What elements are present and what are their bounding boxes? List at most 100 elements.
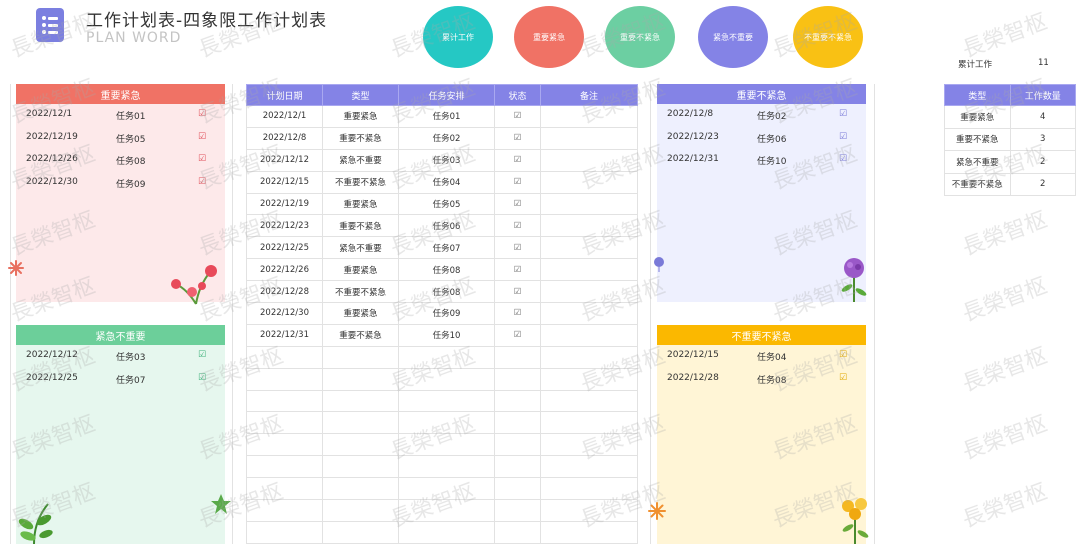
- nav-circle-important-urgent[interactable]: 重要紧急: [514, 6, 584, 68]
- cell-status[interactable]: [494, 389, 541, 413]
- cell-status[interactable]: ☑: [494, 148, 541, 172]
- checkbox-icon[interactable]: ☑: [839, 109, 847, 119]
- nav-circle-important-not-urgent[interactable]: 重要不紧急: [605, 6, 675, 68]
- watermark: 長榮智枢: [959, 343, 1051, 398]
- column-header-type: 类型: [944, 84, 1011, 106]
- cell-note[interactable]: [540, 192, 638, 216]
- cell-status[interactable]: ☑: [494, 258, 541, 282]
- cell-status[interactable]: ☑: [494, 105, 541, 128]
- cell-note[interactable]: [540, 411, 638, 435]
- table-row[interactable]: 2022/12/26 重要紧急 任务08 ☑: [246, 258, 638, 282]
- table-row[interactable]: 2022/12/28 不重要不紧急 任务08 ☑: [246, 280, 638, 304]
- table-row[interactable]: 2022/12/31 重要不紧急 任务10 ☑: [246, 323, 638, 347]
- cell-note[interactable]: [540, 345, 638, 369]
- cell-note[interactable]: [540, 236, 638, 260]
- cell-note[interactable]: [540, 323, 638, 347]
- table-row[interactable]: 2022/12/23 重要不紧急 任务06 ☑: [246, 214, 638, 238]
- cell-note[interactable]: [540, 105, 638, 128]
- checkbox-icon[interactable]: ☑: [839, 132, 847, 142]
- cell-status[interactable]: ☑: [494, 192, 541, 216]
- cell-type: 重要紧急: [322, 258, 399, 282]
- quadrant-title: 重要紧急: [16, 84, 225, 104]
- cell-note[interactable]: [540, 455, 638, 479]
- list-item[interactable]: 2022/12/8 任务02 ☑: [657, 104, 866, 127]
- list-item[interactable]: 2022/12/31 任务10 ☑: [657, 149, 866, 172]
- cell-note[interactable]: [540, 126, 638, 150]
- list-item[interactable]: 2022/12/19 任务05 ☑: [16, 127, 225, 150]
- table-row: [246, 499, 638, 522]
- cell-date: 2022/12/23: [246, 214, 323, 238]
- list-item[interactable]: 2022/12/26 任务08 ☑: [16, 149, 225, 172]
- table-row[interactable]: 2022/12/8 重要不紧急 任务02 ☑: [246, 126, 638, 150]
- cell-note[interactable]: [540, 302, 638, 325]
- checkbox-icon[interactable]: ☑: [839, 350, 847, 360]
- checkbox-icon[interactable]: ☑: [198, 109, 206, 119]
- checkbox-icon[interactable]: ☑: [198, 177, 206, 187]
- item-date: 2022/12/19: [26, 131, 78, 142]
- table-row: 重要紧急 4: [944, 105, 1076, 129]
- cell-note[interactable]: [540, 433, 638, 457]
- cell-status[interactable]: [494, 477, 541, 501]
- cell-date: [246, 520, 323, 544]
- cell-status[interactable]: [494, 411, 541, 435]
- stat-type: 紧急不重要: [944, 150, 1011, 174]
- cell-note[interactable]: [540, 280, 638, 304]
- nav-circle-neither[interactable]: 不重要不紧急: [793, 6, 863, 68]
- item-date: 2022/12/23: [667, 131, 719, 142]
- item-date: 2022/12/26: [26, 154, 78, 164]
- cell-type: 不重要不紧急: [322, 170, 399, 194]
- cell-status[interactable]: [494, 499, 541, 522]
- checkbox-icon[interactable]: ☑: [198, 350, 206, 360]
- cell-status[interactable]: ☑: [494, 236, 541, 260]
- checkbox-icon[interactable]: ☑: [839, 373, 847, 383]
- checkbox-icon[interactable]: ☑: [839, 154, 847, 164]
- table-row: 紧急不重要 2: [944, 150, 1076, 174]
- table-row[interactable]: 2022/12/25 紧急不重要 任务07 ☑: [246, 236, 638, 260]
- cell-status[interactable]: ☑: [494, 214, 541, 238]
- list-item[interactable]: 2022/12/12 任务03 ☑: [16, 345, 225, 368]
- table-row[interactable]: 2022/12/19 重要紧急 任务05 ☑: [246, 192, 638, 216]
- cell-status[interactable]: ☑: [494, 323, 541, 347]
- cell-note[interactable]: [540, 170, 638, 194]
- table-row: [246, 455, 638, 479]
- cell-note[interactable]: [540, 499, 638, 522]
- item-task: 任务10: [757, 157, 787, 167]
- list-item[interactable]: 2022/12/25 任务07 ☑: [16, 368, 225, 391]
- cell-status[interactable]: ☑: [494, 302, 541, 325]
- checkbox-icon[interactable]: ☑: [198, 154, 206, 164]
- table-row[interactable]: 2022/12/30 重要紧急 任务09 ☑: [246, 302, 638, 325]
- table-row[interactable]: 2022/12/15 不重要不紧急 任务04 ☑: [246, 170, 638, 194]
- cell-status[interactable]: ☑: [494, 126, 541, 150]
- cell-note[interactable]: [540, 148, 638, 172]
- nav-circle-total[interactable]: 累计工作: [423, 6, 493, 68]
- list-item[interactable]: 2022/12/30 任务09 ☑: [16, 172, 225, 195]
- list-item[interactable]: 2022/12/1 任务01 ☑: [16, 104, 225, 127]
- cell-note[interactable]: [540, 258, 638, 282]
- stat-count: 2: [1009, 172, 1076, 196]
- checkbox-icon[interactable]: ☑: [198, 373, 206, 383]
- cell-status[interactable]: [494, 367, 541, 391]
- list-item[interactable]: 2022/12/28 任务08 ☑: [657, 368, 866, 391]
- cell-note[interactable]: [540, 477, 638, 501]
- table-row[interactable]: 2022/12/12 紧急不重要 任务03 ☑: [246, 148, 638, 172]
- cell-status[interactable]: [494, 433, 541, 457]
- cell-status[interactable]: ☑: [494, 170, 541, 194]
- cell-status[interactable]: [494, 455, 541, 479]
- cell-note[interactable]: [540, 389, 638, 413]
- list-item[interactable]: 2022/12/23 任务06 ☑: [657, 127, 866, 150]
- cell-task: 任务09: [398, 302, 495, 325]
- table-row[interactable]: 2022/12/1 重要紧急 任务01 ☑: [246, 105, 638, 128]
- cell-task: [398, 411, 495, 435]
- checkbox-icon[interactable]: ☑: [198, 132, 206, 142]
- divider: [232, 84, 233, 544]
- cell-note[interactable]: [540, 367, 638, 391]
- watermark: 長榮智枢: [959, 273, 1051, 328]
- watermark: 長榮智枢: [959, 9, 1051, 64]
- cell-note[interactable]: [540, 520, 638, 544]
- cell-status[interactable]: [494, 520, 541, 544]
- list-item[interactable]: 2022/12/15 任务04 ☑: [657, 345, 866, 368]
- cell-status[interactable]: ☑: [494, 280, 541, 304]
- cell-note[interactable]: [540, 214, 638, 238]
- cell-status[interactable]: [494, 345, 541, 369]
- nav-circle-urgent-not-important[interactable]: 紧急不重要: [698, 6, 768, 68]
